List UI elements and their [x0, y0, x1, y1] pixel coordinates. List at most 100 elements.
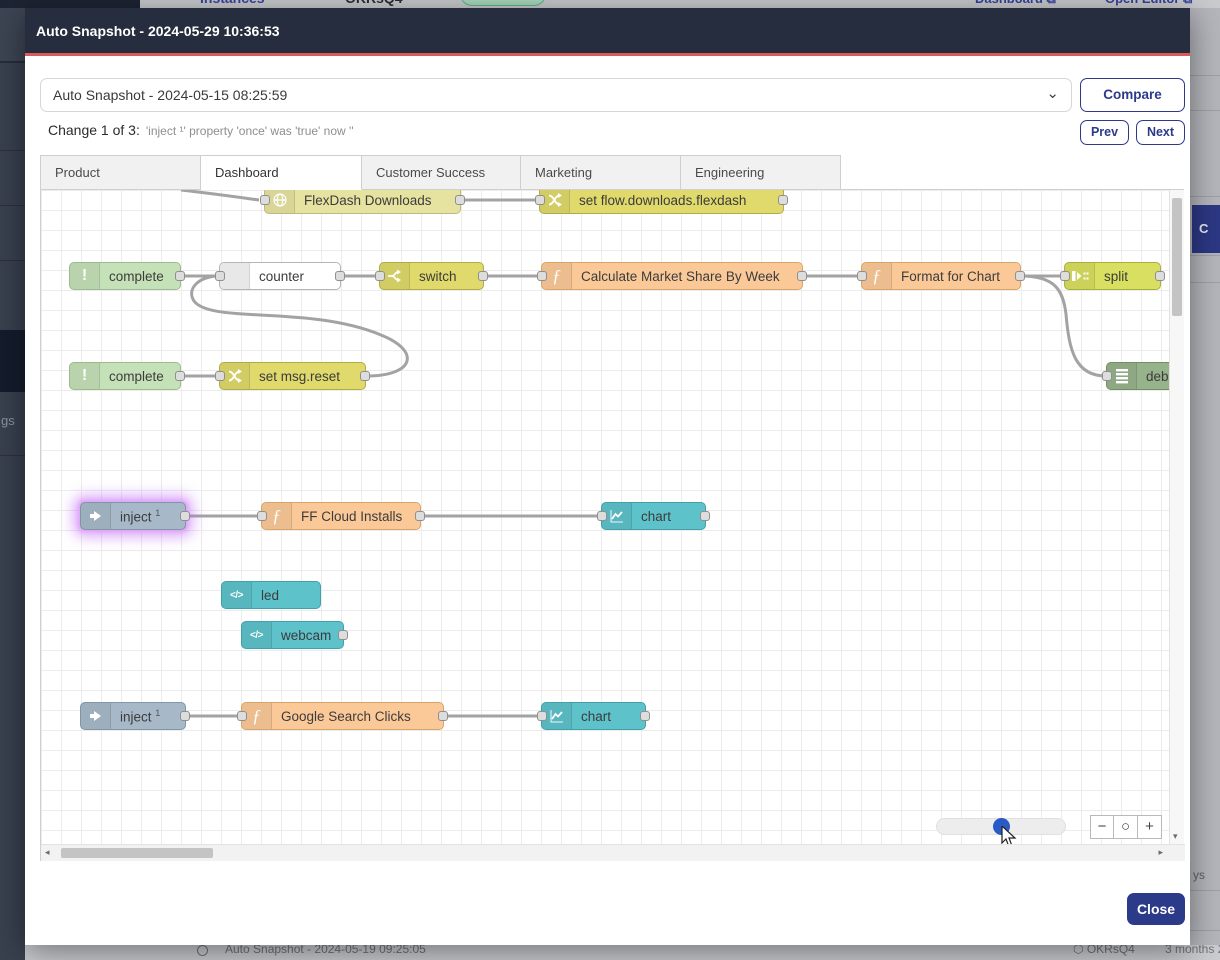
node-label: FF Cloud Installs	[292, 509, 412, 524]
next-button[interactable]: Next	[1136, 120, 1185, 145]
output-port	[360, 371, 370, 381]
tab-marketing[interactable]: Marketing	[521, 155, 681, 190]
flow-node-counter: counter	[219, 262, 341, 290]
flow-node-google: ƒGoogle Search Clicks	[241, 702, 444, 730]
background-compare-button-edge: C	[1192, 205, 1220, 253]
background-open-editor-button[interactable]: Open Editor ⧉	[1105, 0, 1192, 7]
input-port	[597, 511, 607, 521]
node-label: complete	[100, 269, 174, 284]
node-label: led	[252, 588, 289, 603]
close-button[interactable]: Close	[1127, 893, 1185, 925]
flow-node-inject1: inject 1	[80, 502, 186, 530]
flow-canvas-container: FlexDash Downloadsset flow.downloads.fle…	[40, 189, 1184, 861]
flow-node-inject2: inject 1	[80, 702, 186, 730]
flow-node-complete2: !complete	[69, 362, 181, 390]
divider	[1190, 75, 1220, 76]
input-port	[1060, 271, 1070, 281]
background-sidebar: gs	[0, 8, 25, 960]
background-status-badge	[460, 0, 546, 6]
vertical-scrollbar-thumb[interactable]	[1172, 198, 1182, 316]
input-port	[260, 195, 270, 205]
node-label: switch	[410, 269, 467, 284]
input-port	[535, 195, 545, 205]
zoom-reset-button[interactable]: ○	[1114, 815, 1138, 839]
node-label: debug	[1137, 369, 1169, 384]
external-link-icon: ⧉	[1047, 0, 1056, 6]
background-dashboard-button[interactable]: Dashboard ⧉	[975, 0, 1056, 7]
tab-dashboard[interactable]: Dashboard	[201, 155, 362, 190]
compare-button[interactable]: Compare	[1080, 78, 1185, 112]
output-port	[175, 271, 185, 281]
input-port	[857, 271, 867, 281]
input-port	[215, 271, 225, 281]
input-port	[237, 711, 247, 721]
code-icon: </>	[222, 582, 252, 608]
output-port	[180, 511, 190, 521]
background-right-strip: C ys	[1190, 8, 1220, 960]
chevron-down-icon: ⌄	[1046, 79, 1059, 109]
background-sidebar-active-item	[0, 330, 25, 392]
node-label: complete	[100, 369, 174, 384]
horizontal-scrollbar-thumb[interactable]	[61, 848, 213, 858]
flow-node-ffcloud: ƒFF Cloud Installs	[261, 502, 421, 530]
output-port	[180, 711, 190, 721]
wire-setmsg-to-counter	[192, 276, 408, 376]
external-link-icon: ⧉	[1183, 0, 1192, 6]
output-port	[455, 195, 465, 205]
output-port	[1015, 271, 1025, 281]
input-port	[257, 511, 267, 521]
background-instance-name: OKRsQ4	[345, 0, 403, 6]
node-label: Calculate Market Share By Week	[572, 269, 790, 284]
inject-icon	[81, 503, 111, 529]
dialog-header: Auto Snapshot - 2024-05-29 10:36:53	[25, 8, 1190, 56]
node-label: inject 1	[111, 508, 170, 525]
flow-node-split: split	[1064, 262, 1161, 290]
dialog-title: Auto Snapshot - 2024-05-29 10:36:53	[36, 23, 280, 39]
tab-engineering[interactable]: Engineering	[681, 155, 841, 190]
mouse-cursor-icon	[1001, 826, 1019, 844]
background-cutoff-text: ys	[1193, 868, 1205, 882]
tab-customer-success[interactable]: Customer Success	[362, 155, 521, 190]
flow-node-debug: debug	[1106, 362, 1169, 390]
zoom-controls: − ○ +	[1090, 815, 1162, 839]
divider	[0, 455, 25, 456]
wire-format-to-debug	[1021, 276, 1106, 376]
zoom-out-button[interactable]: −	[1090, 815, 1114, 839]
node-label: Format for Chart	[892, 269, 1010, 284]
zoom-in-button[interactable]: +	[1138, 815, 1162, 839]
background-instance-label: ⬡ OKRsQ4	[1073, 945, 1135, 956]
background-instances-link[interactable]: Instances	[200, 0, 265, 6]
scroll-down-icon[interactable]: ▾	[1173, 831, 1178, 842]
horizontal-scrollbar[interactable]: ◂ ▸	[41, 844, 1185, 861]
node-label: inject 1	[111, 708, 170, 725]
flow-tab-bar: ProductDashboardCustomer SuccessMarketin…	[40, 155, 841, 190]
code-icon: </>	[242, 622, 272, 648]
flow-node-complete1: !complete	[69, 262, 181, 290]
node-label: counter	[250, 269, 314, 284]
tab-product[interactable]: Product	[40, 155, 201, 190]
prev-button[interactable]: Prev	[1080, 120, 1129, 145]
node-label: Google Search Clicks	[272, 709, 421, 724]
scroll-right-icon[interactable]: ▸	[1158, 847, 1163, 858]
background-bottom-row: Auto Snapshot - 2024-05-19 09:25:05 ⬡ OK…	[25, 945, 1220, 960]
vertical-scrollbar[interactable]: ▾	[1169, 190, 1184, 844]
divider	[1190, 282, 1220, 283]
node-label: split	[1095, 269, 1138, 284]
output-port	[415, 511, 425, 521]
background-age-label: 3 months 2 weeks 4 d	[1165, 945, 1220, 956]
output-port	[1155, 271, 1165, 281]
node-label: webcam	[272, 628, 341, 643]
background-snapshot-label: Auto Snapshot - 2024-05-19 09:25:05	[225, 945, 426, 956]
flow-node-led: </>led	[221, 581, 321, 609]
output-port	[335, 271, 345, 281]
input-port	[537, 271, 547, 281]
exclamation-icon: !	[70, 263, 100, 289]
change-summary: Change 1 of 3:'inject ¹' property 'once'…	[48, 122, 354, 138]
snapshot-compare-dialog: Auto Snapshot - 2024-05-29 10:36:53 Auto…	[25, 8, 1190, 945]
background-logo-area	[0, 0, 140, 8]
scroll-left-icon[interactable]: ◂	[45, 847, 50, 858]
node-label: FlexDash Downloads	[295, 193, 442, 208]
node-label: set msg.reset	[250, 369, 350, 384]
divider	[0, 205, 25, 206]
snapshot-select[interactable]: Auto Snapshot - 2024-05-15 08:25:59 ⌄	[40, 78, 1072, 112]
